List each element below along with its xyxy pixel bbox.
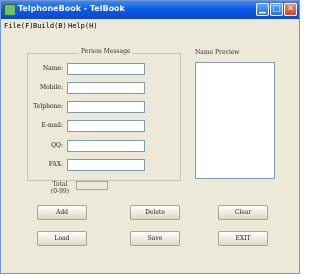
total-count-field [76,181,108,190]
qq-field[interactable] [67,140,145,152]
close-button[interactable]: ✕ [284,3,297,16]
name-preview-list[interactable] [195,62,275,179]
name-field[interactable] [67,63,145,75]
name-label: Name: [42,65,63,72]
exit-button[interactable]: EXIT [218,231,268,246]
menu-file[interactable]: File(F) [4,22,34,30]
telphone-label: Telphone: [33,103,63,110]
telphone-field[interactable] [67,101,145,113]
name-preview-title: Name Preview [195,49,240,56]
email-field[interactable] [67,120,145,132]
menu-build[interactable]: Build(B) [33,22,67,30]
maximize-icon: □ [272,4,281,14]
window-title: TelphoneBook - TelBook [18,4,125,13]
load-button[interactable]: Load [37,231,87,246]
minimize-button[interactable]: ▁ [256,3,269,16]
add-button[interactable]: Add [37,205,87,220]
close-icon: ✕ [286,4,295,14]
total-range-text: (0-99) [50,188,70,195]
menu-help[interactable]: Help(H) [68,22,98,30]
main-window: TelphoneBook - TelBook ▁ □ ✕ File(F) Bui… [0,0,300,274]
menu-bar: File(F) Build(B) Help(H) [1,19,299,33]
app-icon [4,4,16,16]
maximize-button[interactable]: □ [270,3,283,16]
qq-label: QQ: [51,142,63,149]
email-label: E-mail: [41,122,63,129]
person-message-title: Person Message [79,48,133,55]
minimize-icon: ▁ [259,4,266,14]
title-bar[interactable]: TelphoneBook - TelBook ▁ □ ✕ [1,1,299,19]
clear-button[interactable]: Clear [218,205,268,220]
save-button[interactable]: Save [130,231,180,246]
fax-field[interactable] [67,159,145,171]
mobile-label: Mobile: [39,84,63,91]
delete-button[interactable]: Delete [130,205,180,220]
fax-label: FAX: [48,161,63,168]
total-label-text: Total [52,181,68,188]
mobile-field[interactable] [67,82,145,94]
total-label: Total (0-99) [49,181,71,195]
